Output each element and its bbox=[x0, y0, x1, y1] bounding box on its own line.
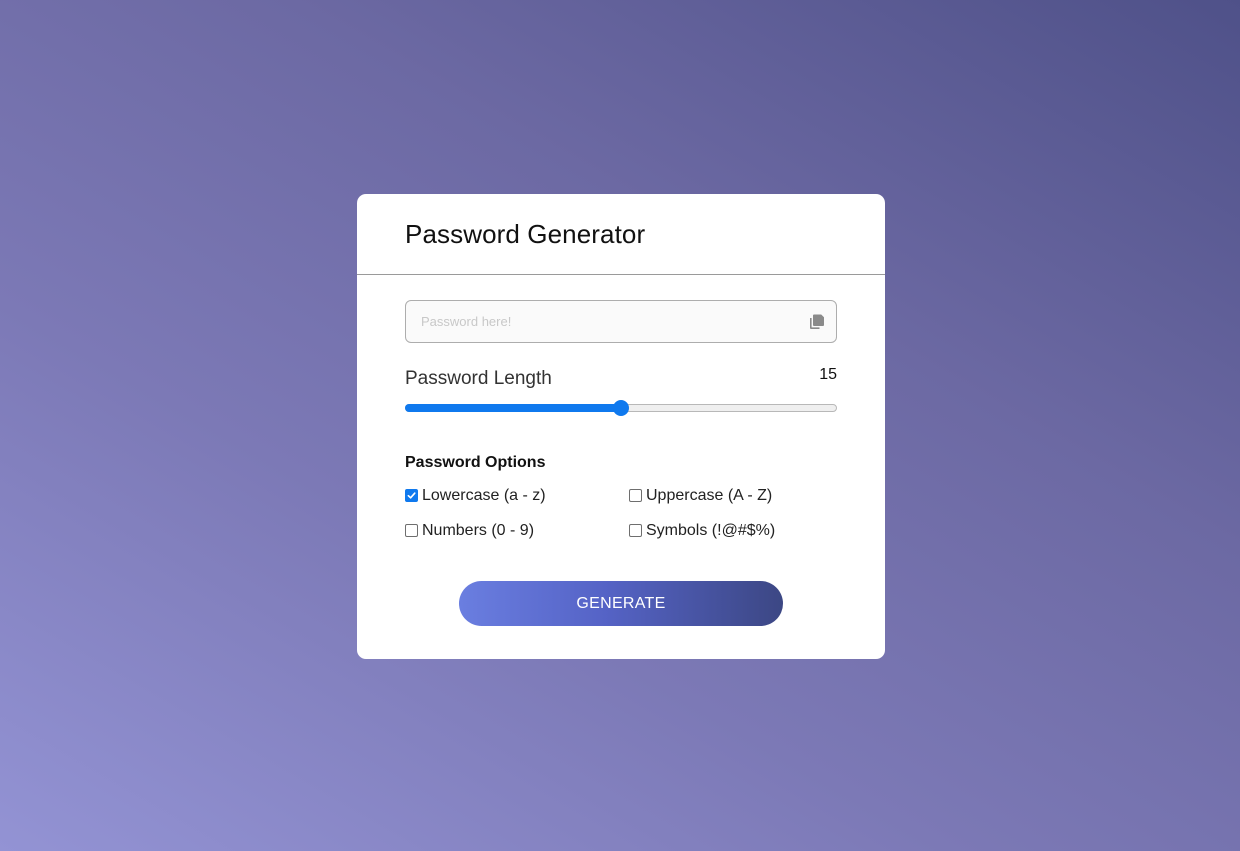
password-input[interactable] bbox=[419, 313, 808, 330]
symbols-checkbox[interactable] bbox=[629, 524, 642, 537]
password-field-box bbox=[405, 300, 837, 343]
option-numbers[interactable]: Numbers (0 - 9) bbox=[405, 521, 629, 541]
uppercase-label: Uppercase (A - Z) bbox=[646, 487, 773, 504]
lowercase-checkbox[interactable] bbox=[405, 489, 418, 502]
card-body: Password Length 15 Password Options Lowe… bbox=[357, 275, 885, 626]
length-slider[interactable] bbox=[405, 400, 837, 416]
uppercase-checkbox[interactable] bbox=[629, 489, 642, 502]
slider-thumb[interactable] bbox=[613, 400, 629, 416]
copy-icon[interactable] bbox=[808, 313, 826, 331]
numbers-label: Numbers (0 - 9) bbox=[422, 522, 535, 539]
option-symbols[interactable]: Symbols (!@#$%) bbox=[629, 521, 837, 541]
length-row: Password Length 15 bbox=[405, 366, 837, 390]
generate-button[interactable]: GENERATE bbox=[459, 581, 783, 626]
option-lowercase[interactable]: Lowercase (a - z) bbox=[405, 486, 629, 506]
options-title: Password Options bbox=[405, 454, 546, 471]
option-uppercase[interactable]: Uppercase (A - Z) bbox=[629, 486, 837, 506]
length-value: 15 bbox=[819, 366, 837, 383]
slider-fill bbox=[405, 404, 621, 412]
lowercase-label: Lowercase (a - z) bbox=[422, 487, 546, 504]
length-label: Password Length bbox=[405, 368, 552, 389]
symbols-label: Symbols (!@#$%) bbox=[646, 522, 776, 539]
page-title: Password Generator bbox=[405, 218, 646, 249]
generate-wrap: GENERATE bbox=[405, 581, 837, 626]
options-grid: Lowercase (a - z) Uppercase (A - Z) Numb… bbox=[405, 486, 837, 541]
password-generator-card: Password Generator Password Length 15 Pa… bbox=[357, 194, 885, 659]
card-header: Password Generator bbox=[357, 194, 885, 275]
numbers-checkbox[interactable] bbox=[405, 524, 418, 537]
